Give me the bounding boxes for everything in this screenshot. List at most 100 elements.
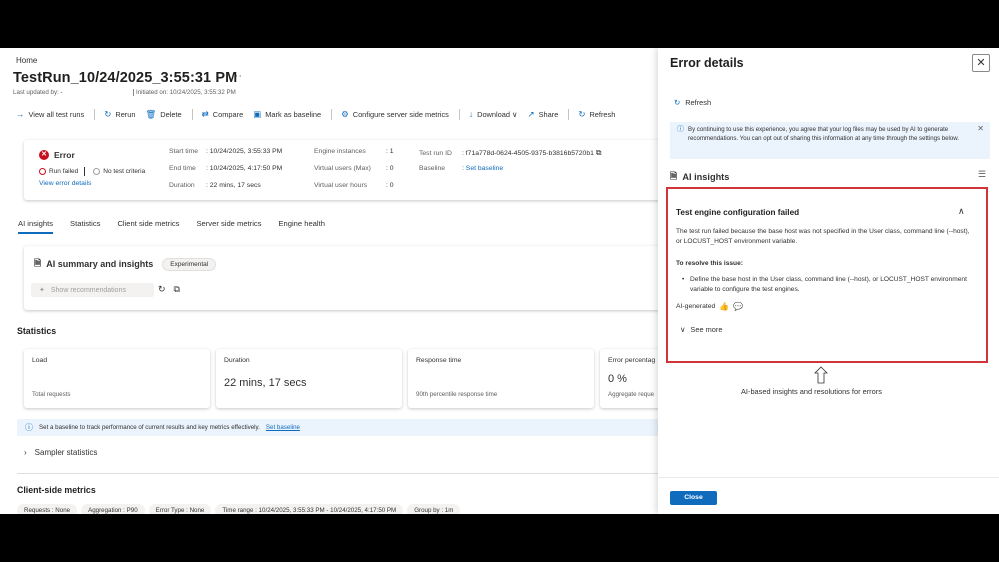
insight-heading: Test engine configuration failed [676, 208, 800, 217]
ai-consent-notice: ⓘ By continuing to use this experience, … [670, 122, 990, 159]
configure-server-metrics-button[interactable]: ⚙ Configure server side metrics [341, 109, 449, 120]
tab-client-side-metrics[interactable]: Client side metrics [117, 219, 179, 234]
toolbar-divider [191, 108, 193, 120]
baseline-message-bar: ⓘ Set a baseline to track performance of… [17, 419, 660, 436]
delete-button[interactable]: 🗑 Delete [146, 109, 182, 120]
toolbar-divider [458, 108, 460, 120]
regenerate-icon[interactable]: ↻ [158, 284, 166, 295]
recommendation-actions: ↻ ⧉ [158, 284, 180, 295]
refresh-icon: ↻ [674, 98, 681, 107]
stat-card-response-time: Response time 90th percentile response t… [408, 349, 594, 408]
insight-description: The test run failed because the base hos… [676, 228, 970, 245]
share-button[interactable]: ↗ Share [527, 109, 558, 120]
baseline-icon: ▣ [253, 108, 262, 119]
copy-icon[interactable]: ⧉ [596, 148, 602, 157]
copy-icon[interactable]: ⧉ [174, 284, 180, 295]
chevron-right-icon: › [24, 448, 27, 457]
compare-button[interactable]: ⇄ Compare [202, 109, 244, 120]
error-details-panel: Error details ✕ ↻ Refresh ⓘ By continuing… [658, 48, 999, 514]
info-icon: ⓘ [25, 423, 33, 432]
toolbar: → View all test runs ↻ Rerun 🗑 Delete ⇄ Comp… [16, 107, 625, 121]
divider [17, 473, 660, 474]
ai-summary-title: 🗎 AI summary and insights Experimental [34, 256, 217, 272]
filter-chip-error-type[interactable]: Error Type : None [148, 504, 212, 514]
breadcrumb[interactable]: Home [16, 56, 37, 65]
duration: Duration: 22 mins, 17 secs [169, 182, 261, 189]
virtual-user-hours: Virtual user hours: 0 [314, 182, 394, 189]
ai-insights-heading: 🗎 AI insights [670, 169, 729, 185]
baseline: Baseline: Set baseline [419, 165, 504, 172]
last-updated: Last updated by: - [13, 89, 63, 96]
dismiss-icon[interactable]: ✕ [977, 124, 984, 134]
sampler-statistics-toggle[interactable]: › Sampler statistics [24, 448, 97, 457]
experimental-badge: Experimental [162, 257, 217, 271]
annotation-arrow-icon [814, 366, 828, 384]
ai-document-icon: 🗎 [670, 171, 678, 181]
test-run-id: Test run ID: f71a778d-0624-4505-9375-b38… [419, 148, 602, 157]
refresh-button[interactable]: ↻ Refresh [578, 109, 615, 120]
run-failed-icon [39, 168, 46, 175]
refresh-icon: ↻ [578, 108, 586, 119]
share-icon: ↗ [527, 108, 535, 119]
see-more-toggle[interactable]: ∨ See more [680, 325, 722, 334]
panel-footer-divider [658, 477, 999, 478]
thumbs-up-icon[interactable]: 👍 [719, 302, 729, 311]
mark-as-baseline-button[interactable]: ▣ Mark as baseline [253, 109, 321, 120]
download-button[interactable]: ↓ Download ∨ [469, 109, 518, 119]
compare-icon: ⇄ [201, 108, 209, 119]
feedback-icon[interactable]: 💬 [733, 302, 743, 311]
rerun-icon: ↻ [104, 108, 112, 119]
stat-card-duration: Duration 22 mins, 17 secs [216, 349, 402, 408]
tab-statistics[interactable]: Statistics [70, 219, 100, 234]
virtual-users-max: Virtual users (Max): 0 [314, 165, 394, 172]
tab-engine-health[interactable]: Engine health [278, 219, 324, 234]
panel-title: Error details [670, 56, 744, 70]
filter-chip-requests[interactable]: Requests : None [17, 504, 78, 514]
error-icon: ✕ [39, 150, 49, 160]
filter-chip-group-by[interactable]: Group by : 1m [407, 504, 461, 514]
resolve-step: Define the base host in the User class, … [682, 275, 972, 294]
app-frame: Home TestRun_10/24/2025_3:55:31 PM ··· L… [0, 48, 999, 514]
resolve-heading: To resolve this issue: [676, 260, 743, 267]
annotation-caption: AI-based insights and resolutions for er… [741, 387, 882, 396]
ai-document-icon: 🗎 [34, 258, 42, 268]
download-icon: ↓ [468, 109, 474, 119]
info-icon: ⓘ [677, 126, 684, 133]
toolbar-divider [94, 108, 96, 120]
test-criteria-icon [93, 168, 101, 175]
tab-ai-insights[interactable]: AI insights [18, 219, 54, 234]
ai-insight-highlight: Test engine configuration failed ∧ The t… [666, 187, 988, 363]
filter-chip-time-range[interactable]: Time range : 10/24/2025, 3:55:33 PM - 10… [215, 504, 404, 514]
set-baseline-link[interactable]: Set baseline [466, 165, 503, 172]
close-button[interactable]: Close [670, 491, 717, 505]
tab-server-side-metrics[interactable]: Server side metrics [196, 219, 261, 234]
ai-summary-card: 🗎 AI summary and insights Experimental ✦ Sh… [24, 246, 660, 310]
more-icon[interactable]: ··· [231, 70, 242, 82]
toolbar-divider [568, 108, 570, 120]
tab-bar: AI insights Statistics Client side metri… [18, 219, 342, 234]
set-baseline-link[interactable]: Set baseline [266, 424, 300, 431]
show-recommendations-button[interactable]: ✦ Show recommendations [31, 283, 154, 297]
panel-refresh-button[interactable]: ↻ Refresh [674, 98, 711, 107]
status-divider [84, 167, 86, 176]
filter-chip-aggregation[interactable]: Aggregation : P90 [81, 504, 145, 514]
chevron-down-icon: ∨ [680, 325, 686, 334]
test-run-page: Home TestRun_10/24/2025_3:55:31 PM ··· L… [0, 48, 660, 514]
run-summary-card: ✕ Error Run failed No test criteria View … [24, 140, 660, 200]
view-error-details-link[interactable]: View error details [39, 180, 91, 187]
stat-card-error-percentage: Error percentag 0 % Aggregate reque [600, 349, 660, 408]
stat-card-load: Load Total requests [24, 349, 210, 408]
arrow-right-icon: → [16, 109, 25, 119]
gear-icon: ⚙ [341, 108, 349, 119]
sparkle-icon: ✦ [39, 287, 45, 294]
filter-chips: Requests : None Aggregation : P90 Error … [17, 504, 461, 514]
rerun-button[interactable]: ↻ Rerun [104, 109, 135, 120]
start-time: Start time: 10/24/2025, 3:55:33 PM [169, 148, 283, 155]
initiated-on: Initiated on: 10/24/2025, 3:55:32 PM [133, 89, 236, 96]
view-all-test-runs-button[interactable]: → View all test runs [16, 109, 84, 119]
close-icon[interactable]: ✕ [972, 54, 990, 72]
settings-sliders-icon[interactable]: ☰ [978, 169, 986, 180]
chevron-up-icon[interactable]: ∧ [958, 206, 965, 217]
toolbar-divider [331, 108, 333, 120]
delete-icon: 🗑 [145, 108, 157, 119]
